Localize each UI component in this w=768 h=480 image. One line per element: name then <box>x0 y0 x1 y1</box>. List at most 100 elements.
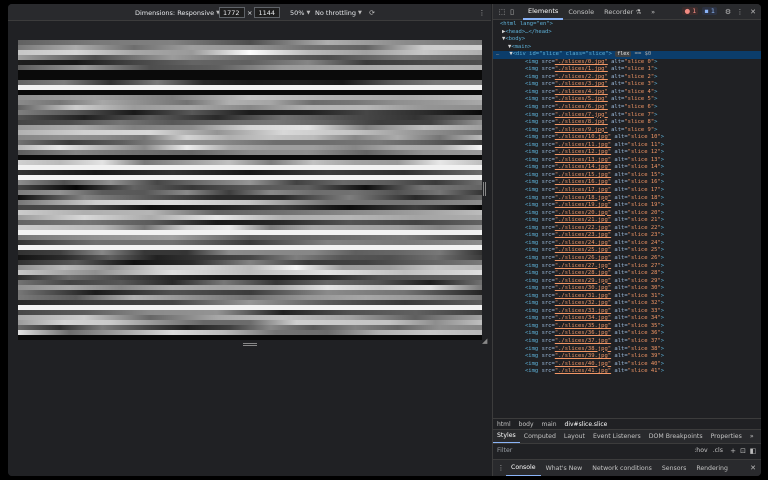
tree-img-node[interactable]: <img src="./slices/36.jpg" alt="slice 36… <box>493 330 761 338</box>
tree-html[interactable]: <html lang="en"> <box>493 21 761 29</box>
gear-icon[interactable]: ⚙ <box>723 7 733 17</box>
tree-img-node[interactable]: <img src="./slices/24.jpg" alt="slice 24… <box>493 240 761 248</box>
plus-icon[interactable]: + <box>728 446 738 456</box>
zoom-label: 50% <box>290 8 305 17</box>
tree-body[interactable]: ▼<body> <box>493 36 761 44</box>
drawer-tab-network-conditions[interactable]: Network conditions <box>587 460 657 477</box>
zoom-dropdown[interactable]: 50% ▼ <box>290 4 310 21</box>
tree-img-node[interactable]: <img src="./slices/11.jpg" alt="slice 11… <box>493 142 761 150</box>
height-input[interactable]: 1144 <box>254 7 281 18</box>
image-slice <box>18 335 482 340</box>
tree-img-node[interactable]: <img src="./slices/20.jpg" alt="slice 20… <box>493 210 761 218</box>
rotate-icon[interactable]: ⟳ <box>367 4 377 21</box>
hov-toggle[interactable]: :hov <box>694 447 707 454</box>
more-options-icon[interactable]: ⋮ <box>735 7 745 17</box>
tree-img-node[interactable]: <img src="./slices/23.jpg" alt="slice 23… <box>493 232 761 240</box>
flex-badge[interactable]: flex <box>615 51 632 58</box>
tree-main[interactable]: ▼<main> <box>493 44 761 52</box>
drawer-tab-console[interactable]: Console <box>506 460 541 476</box>
tree-img-node[interactable]: <img src="./slices/25.jpg" alt="slice 25… <box>493 247 761 255</box>
tree-img-node[interactable]: <img src="./slices/16.jpg" alt="slice 16… <box>493 179 761 187</box>
throttling-dropdown[interactable]: No throttling ▼ <box>315 4 362 21</box>
caret-down-icon: ▼ <box>306 9 311 16</box>
tree-img-node[interactable]: <img src="./slices/8.jpg" alt="slice 8"> <box>493 119 761 127</box>
error-count: 1 <box>692 7 697 15</box>
tab-recorder[interactable]: Recorder ⚗ <box>599 4 646 20</box>
width-input[interactable]: 1772 <box>219 7 245 18</box>
breadcrumb: html body main div#slice.slice <box>493 418 761 429</box>
tree-img-node[interactable]: <img src="./slices/18.jpg" alt="slice 18… <box>493 195 761 203</box>
resize-corner-icon[interactable]: ◢ <box>482 338 488 345</box>
tree-img-node[interactable]: <img src="./slices/7.jpg" alt="slice 7"> <box>493 112 761 120</box>
paint-icon[interactable]: ⊡ <box>738 446 748 456</box>
tree-img-node[interactable]: <img src="./slices/33.jpg" alt="slice 33… <box>493 308 761 316</box>
tree-img-node[interactable]: <img src="./slices/29.jpg" alt="slice 29… <box>493 278 761 286</box>
sidebar-toggle-icon[interactable]: ◧ <box>748 446 758 456</box>
breadcrumb-html[interactable]: html <box>493 421 515 428</box>
tree-img-node[interactable]: <img src="./slices/13.jpg" alt="slice 13… <box>493 157 761 165</box>
message-count-badge[interactable]: ▪ 1 <box>702 7 717 15</box>
error-count-badge[interactable]: ● 1 <box>682 7 699 15</box>
tree-img-node[interactable]: <img src="./slices/6.jpg" alt="slice 6"> <box>493 104 761 112</box>
resize-handle-bottom[interactable] <box>243 343 257 346</box>
more-tabs-button[interactable]: » <box>646 4 660 20</box>
resize-handle-right[interactable] <box>483 182 486 196</box>
inspect-element-icon[interactable]: ⬚ <box>497 7 507 17</box>
tree-img-node[interactable]: <img src="./slices/21.jpg" alt="slice 21… <box>493 217 761 225</box>
tab-styles[interactable]: Styles <box>493 430 520 444</box>
tree-img-node[interactable]: <img src="./slices/10.jpg" alt="slice 10… <box>493 134 761 142</box>
tree-img-node[interactable]: <img src="./slices/39.jpg" alt="slice 39… <box>493 353 761 361</box>
close-icon[interactable]: ✕ <box>748 7 758 17</box>
tree-img-node[interactable]: <img src="./slices/32.jpg" alt="slice 32… <box>493 300 761 308</box>
tree-img-node[interactable]: <img src="./slices/27.jpg" alt="slice 27… <box>493 263 761 271</box>
tree-img-node[interactable]: <img src="./slices/1.jpg" alt="slice 1"> <box>493 66 761 74</box>
tree-img-node[interactable]: <img src="./slices/37.jpg" alt="slice 37… <box>493 338 761 346</box>
tree-img-node[interactable]: <img src="./slices/34.jpg" alt="slice 34… <box>493 315 761 323</box>
device-viewport-pane: Dimensions: Responsive ▼ 1772 × 1144 50%… <box>8 4 491 476</box>
tree-img-node[interactable]: <img src="./slices/30.jpg" alt="slice 30… <box>493 285 761 293</box>
tree-img-node[interactable]: <img src="./slices/35.jpg" alt="slice 35… <box>493 323 761 331</box>
tab-elements[interactable]: Elements <box>523 4 564 20</box>
device-toggle-icon[interactable]: ▯ <box>507 7 517 17</box>
tree-img-node[interactable]: <img src="./slices/26.jpg" alt="slice 26… <box>493 255 761 263</box>
tree-img-node[interactable]: <img src="./slices/22.jpg" alt="slice 22… <box>493 225 761 233</box>
drawer-tab-rendering[interactable]: Rendering <box>691 460 733 477</box>
tree-img-node[interactable]: <img src="./slices/4.jpg" alt="slice 4"> <box>493 89 761 97</box>
tab-event-listeners[interactable]: Event Listeners <box>589 430 645 444</box>
tab-layout[interactable]: Layout <box>560 430 589 444</box>
tree-img-node[interactable]: <img src="./slices/14.jpg" alt="slice 14… <box>493 164 761 172</box>
tab-properties[interactable]: Properties <box>707 430 746 444</box>
tree-img-node[interactable]: <img src="./slices/19.jpg" alt="slice 19… <box>493 202 761 210</box>
breadcrumb-div[interactable]: div#slice.slice <box>561 421 612 428</box>
tree-img-node[interactable]: <img src="./slices/9.jpg" alt="slice 9"> <box>493 127 761 135</box>
error-icon: ● <box>684 7 691 15</box>
more-options-icon[interactable]: ⋮ <box>477 4 487 21</box>
tree-img-node[interactable]: <img src="./slices/38.jpg" alt="slice 38… <box>493 346 761 354</box>
dimensions-dropdown[interactable]: Dimensions: Responsive ▼ <box>135 4 220 21</box>
more-subtabs-button[interactable]: » <box>746 430 758 444</box>
tree-img-node[interactable]: <img src="./slices/41.jpg" alt="slice 41… <box>493 368 761 376</box>
cls-toggle[interactable]: .cls <box>713 447 723 454</box>
tab-dom-breakpoints[interactable]: DOM Breakpoints <box>645 430 707 444</box>
tree-img-node[interactable]: <img src="./slices/12.jpg" alt="slice 12… <box>493 149 761 157</box>
breadcrumb-main[interactable]: main <box>538 421 561 428</box>
tab-computed[interactable]: Computed <box>520 430 560 444</box>
close-icon[interactable]: ✕ <box>748 463 758 473</box>
tree-img-node[interactable]: <img src="./slices/15.jpg" alt="slice 15… <box>493 172 761 180</box>
drawer-tab-whats-new[interactable]: What's New <box>541 460 588 477</box>
tree-img-node[interactable]: <img src="./slices/31.jpg" alt="slice 31… <box>493 293 761 301</box>
tree-img-node[interactable]: <img src="./slices/3.jpg" alt="slice 3"> <box>493 81 761 89</box>
tree-head[interactable]: ▶<head>…</head> <box>493 29 761 37</box>
tree-img-node[interactable]: <img src="./slices/40.jpg" alt="slice 40… <box>493 361 761 369</box>
tree-img-node[interactable]: <img src="./slices/0.jpg" alt="slice 0"> <box>493 59 761 67</box>
tab-console[interactable]: Console <box>563 4 599 20</box>
tree-img-node[interactable]: <img src="./slices/2.jpg" alt="slice 2"> <box>493 74 761 82</box>
breadcrumb-body[interactable]: body <box>515 421 538 428</box>
drawer-tab-sensors[interactable]: Sensors <box>657 460 691 477</box>
drawer-menu-icon[interactable]: ⋮ <box>496 463 506 473</box>
tree-img-node[interactable]: <img src="./slices/28.jpg" alt="slice 28… <box>493 270 761 278</box>
tree-div-slice-selected[interactable]: … ▼<div id="slice" class="slice"> flex ==… <box>493 51 761 59</box>
tree-img-node[interactable]: <img src="./slices/5.jpg" alt="slice 5"> <box>493 96 761 104</box>
filter-input[interactable]: Filter <box>497 447 694 454</box>
tree-img-node[interactable]: <img src="./slices/17.jpg" alt="slice 17… <box>493 187 761 195</box>
